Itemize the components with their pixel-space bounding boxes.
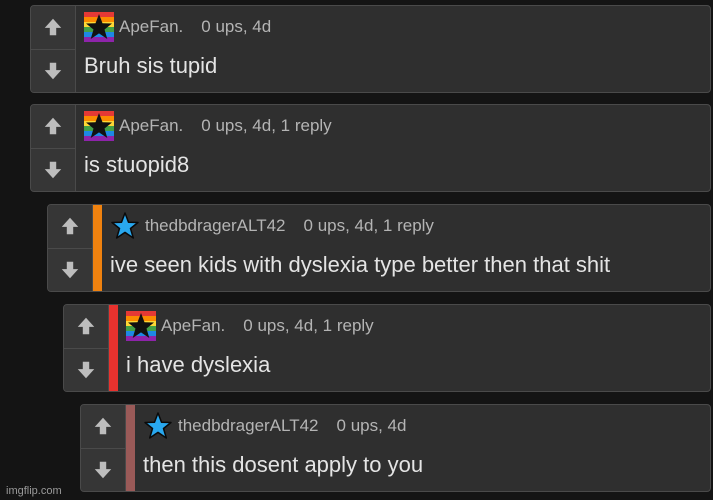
comment: ApeFan. 0 ups, 4d, 1 reply is stuopid8 [30,104,711,192]
upvote-button[interactable] [64,305,108,348]
comment-meta: thedbdragerALT42 0 ups, 4d [143,405,710,447]
vote-column [81,405,126,491]
downvote-button[interactable] [81,447,125,491]
imgflip-watermark: imgflip.com [6,485,62,497]
arrow-down-icon [42,159,64,181]
rainbow-star-icon[interactable] [126,311,156,341]
username-link[interactable]: thedbdragerALT42 [145,216,286,236]
thread-depth-stripe [93,205,102,291]
vote-column [31,6,76,92]
upvote-button[interactable] [31,6,75,49]
upvote-button[interactable] [81,405,125,448]
username-link[interactable]: ApeFan. [119,17,183,37]
comment-stats: 0 ups, 4d, 1 reply [201,116,332,135]
arrow-down-icon [75,359,97,381]
comment-meta: ApeFan. 0 ups, 4d, 1 reply [126,305,710,347]
vote-column [31,105,76,191]
comment-stats: 0 ups, 4d [336,416,407,435]
comment-body: i have dyslexia [126,352,271,377]
comment-body: Bruh sis tupid [84,53,218,78]
comment-meta: ApeFan. 0 ups, 4d, 1 reply [84,105,710,147]
downvote-button[interactable] [48,247,92,291]
comment-content: ApeFan. 0 ups, 4d Bruh sis tupid [76,6,710,92]
comment: ApeFan. 0 ups, 4d Bruh sis tupid [30,5,711,93]
comment-stats: 0 ups, 4d, 1 reply [303,216,434,235]
rainbow-star-icon[interactable] [84,12,114,42]
comment: thedbdragerALT42 0 ups, 4d then this dos… [80,404,711,492]
comment-body: then this dosent apply to you [143,452,424,477]
vote-column [48,205,93,291]
vote-column [64,305,109,391]
arrow-up-icon [59,215,81,237]
downvote-button[interactable] [31,147,75,191]
downvote-button[interactable] [64,347,108,391]
upvote-button[interactable] [48,205,92,248]
thread-depth-stripe [109,305,118,391]
comment-meta: ApeFan. 0 ups, 4d [84,6,710,48]
comment-content: ApeFan. 0 ups, 4d, 1 reply i have dyslex… [118,305,710,391]
username-link[interactable]: ApeFan. [119,116,183,136]
comment-stats: 0 ups, 4d [201,17,272,36]
blue-star-icon[interactable] [110,211,140,241]
upvote-button[interactable] [31,105,75,148]
comment-content: thedbdragerALT42 0 ups, 4d, 1 reply ive … [102,205,710,291]
arrow-up-icon [42,16,64,38]
comment-body: is stuopid8 [84,152,190,177]
comment: thedbdragerALT42 0 ups, 4d, 1 reply ive … [47,204,711,292]
arrow-up-icon [92,415,114,437]
arrow-down-icon [59,259,81,281]
username-link[interactable]: thedbdragerALT42 [178,416,319,436]
blue-star-icon[interactable] [143,411,173,441]
comment-stats: 0 ups, 4d, 1 reply [243,316,374,335]
arrow-down-icon [42,60,64,82]
comment-meta: thedbdragerALT42 0 ups, 4d, 1 reply [110,205,710,247]
comment-body: ive seen kids with dyslexia type better … [110,252,611,277]
username-link[interactable]: ApeFan. [161,316,225,336]
comment-content: thedbdragerALT42 0 ups, 4d then this dos… [135,405,710,491]
downvote-button[interactable] [31,48,75,92]
thread-depth-stripe [126,405,135,491]
comment: ApeFan. 0 ups, 4d, 1 reply i have dyslex… [63,304,711,392]
arrow-up-icon [75,315,97,337]
arrow-up-icon [42,115,64,137]
rainbow-star-icon[interactable] [84,111,114,141]
comment-content: ApeFan. 0 ups, 4d, 1 reply is stuopid8 [76,105,710,191]
arrow-down-icon [92,459,114,481]
